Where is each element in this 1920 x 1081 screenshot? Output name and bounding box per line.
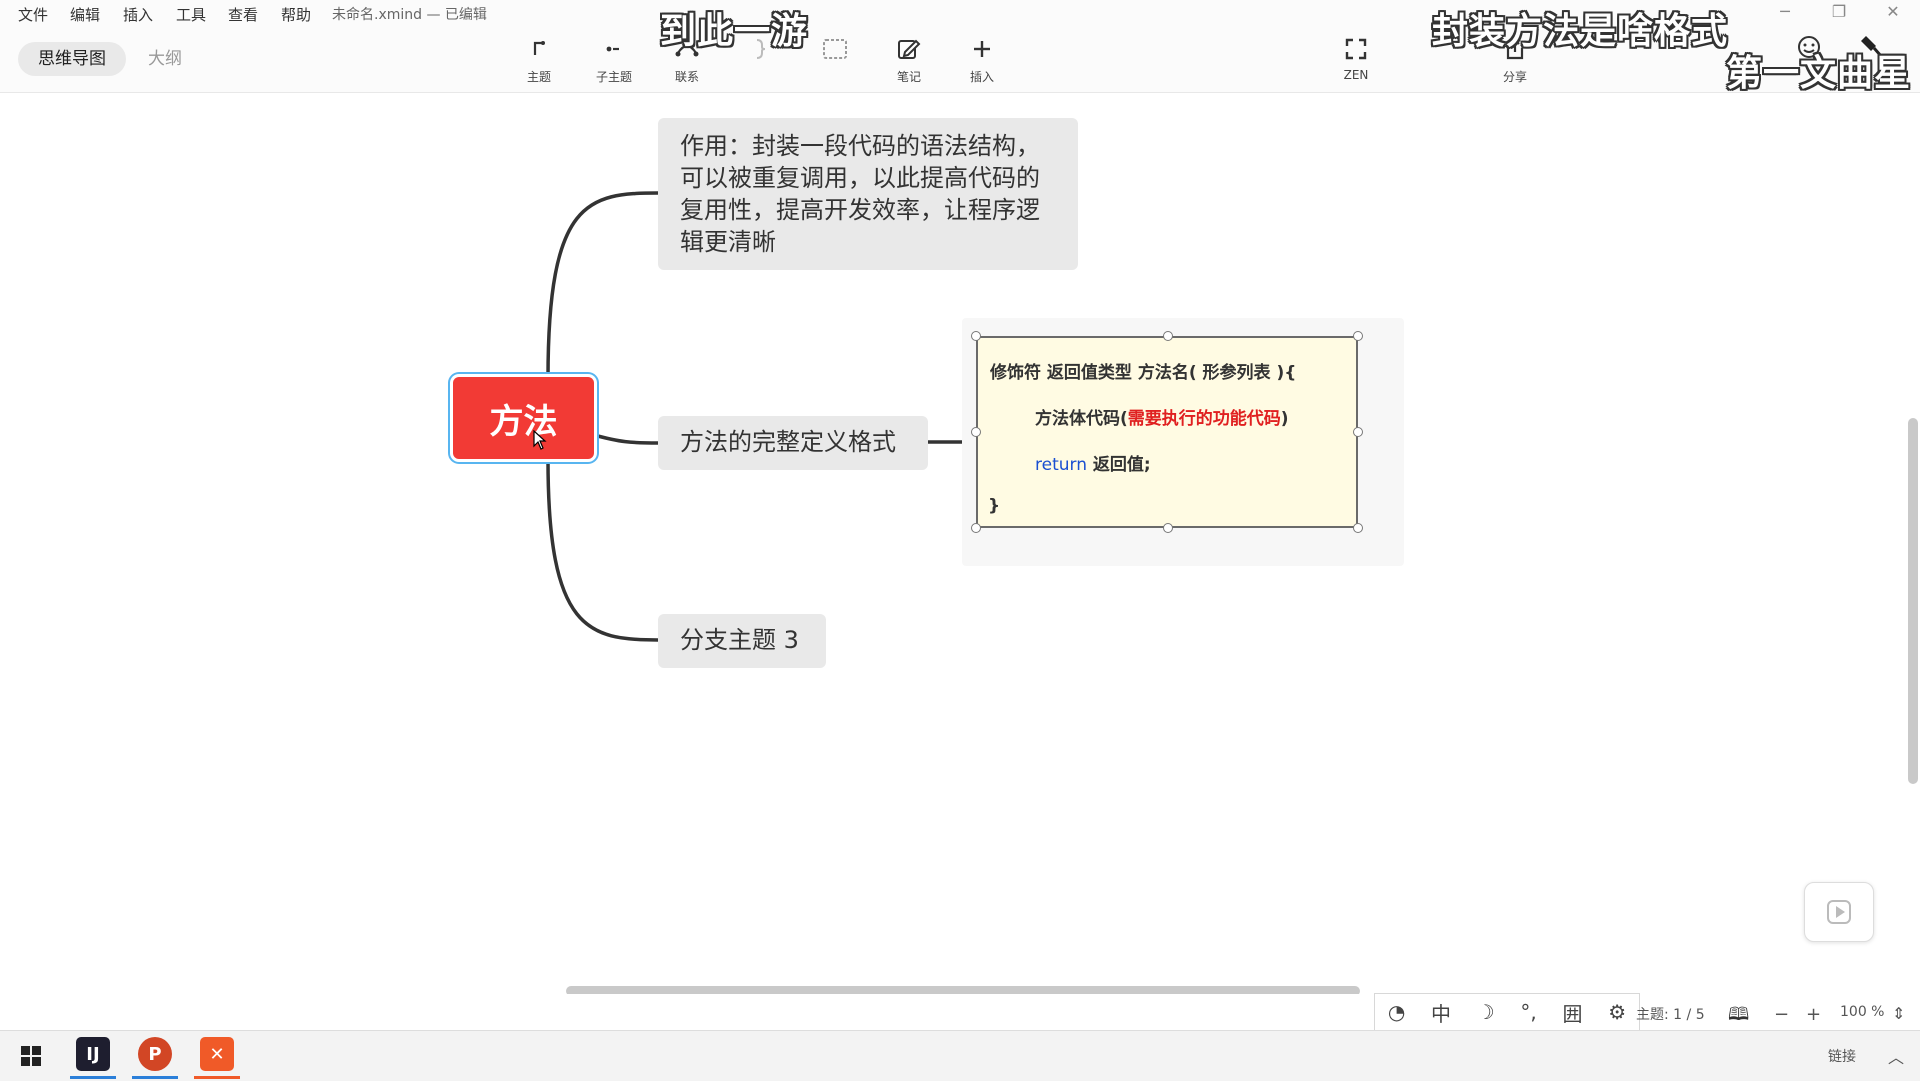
return-value: 返回值; — [1086, 455, 1151, 475]
zoom-level[interactable]: 100 % — [1840, 1004, 1884, 1020]
ime-halfwidth-icon[interactable]: ☽ — [1477, 1000, 1495, 1024]
xmind-active-indicator — [194, 1076, 240, 1079]
branch-topic-3[interactable]: 分支主题 3 — [658, 614, 826, 668]
code-line-signature: 修饰符 返回值类型 方法名( 形参列表 ){ — [990, 363, 1297, 383]
code-body-prefix: 方法体代码( — [1035, 409, 1128, 429]
code-line-body: 方法体代码(需要执行的功能代码) — [1035, 404, 1289, 429]
return-keyword: return — [1035, 455, 1087, 475]
xmind-app-icon[interactable]: ✕ — [200, 1037, 234, 1071]
code-body-highlight: 需要执行的功能代码 — [1127, 409, 1281, 429]
taskbar — [0, 1030, 1920, 1081]
ime-toolbar: ◔ 中 ☽ °, 囲 ⚙ — [1374, 993, 1640, 1031]
resize-handle-bm[interactable] — [1163, 523, 1173, 533]
mouse-cursor-icon — [533, 429, 547, 454]
intellij-active-indicator — [70, 1076, 116, 1079]
zoom-in-button[interactable]: + — [1806, 1004, 1821, 1025]
zoom-stepper-icon[interactable]: ⇕ — [1892, 1004, 1905, 1023]
ime-settings-icon[interactable]: ⚙ — [1608, 1000, 1626, 1024]
resize-handle-ml[interactable] — [971, 427, 981, 437]
code-image[interactable]: 修饰符 返回值类型 方法名( 形参列表 ){ 方法体代码(需要执行的功能代码) … — [976, 336, 1358, 528]
intellij-app-icon[interactable]: IJ — [76, 1037, 110, 1071]
ime-punctuation-icon[interactable]: °, — [1520, 1000, 1536, 1024]
windows-start-icon[interactable] — [20, 1045, 42, 1071]
branch-topic-definition[interactable]: 方法的完整定义格式 — [658, 416, 928, 470]
play-button[interactable] — [1804, 882, 1874, 942]
branch-topic-purpose[interactable]: 作用：封装一段代码的语法结构，可以被重复调用，以此提高代码的复用性，提高开发效率… — [658, 118, 1078, 270]
resize-handle-br[interactable] — [1353, 523, 1363, 533]
resize-handle-tm[interactable] — [1163, 331, 1173, 341]
resize-handle-bl[interactable] — [971, 523, 981, 533]
ime-language-toggle[interactable]: 中 — [1431, 998, 1451, 1027]
resize-handle-tr[interactable] — [1353, 331, 1363, 341]
resize-handle-tl[interactable] — [971, 331, 981, 341]
ime-logo-icon[interactable]: ◔ — [1388, 1000, 1405, 1024]
vertical-scroll-thumb[interactable] — [1908, 418, 1918, 784]
play-icon — [1827, 900, 1851, 924]
tray-chevron-icon[interactable]: ︿ — [1888, 1044, 1904, 1068]
code-body-suffix: ) — [1280, 409, 1289, 429]
powerpoint-app-icon[interactable]: P — [138, 1037, 172, 1071]
central-topic[interactable]: 方法 — [453, 377, 594, 459]
code-line-return: return 返回值; — [1035, 450, 1151, 475]
topic-count: 主题: 1 / 5 — [1636, 1007, 1705, 1023]
resize-handle-mr[interactable] — [1353, 427, 1363, 437]
zoom-out-button[interactable]: − — [1774, 1004, 1789, 1025]
map-icon[interactable]: 🕮 — [1728, 1002, 1749, 1032]
taskbar-link-label[interactable]: 链接 — [1828, 1046, 1856, 1066]
powerpoint-active-indicator — [132, 1076, 178, 1079]
ime-table-icon[interactable]: 囲 — [1562, 998, 1582, 1027]
code-line-close: } — [988, 496, 1001, 516]
